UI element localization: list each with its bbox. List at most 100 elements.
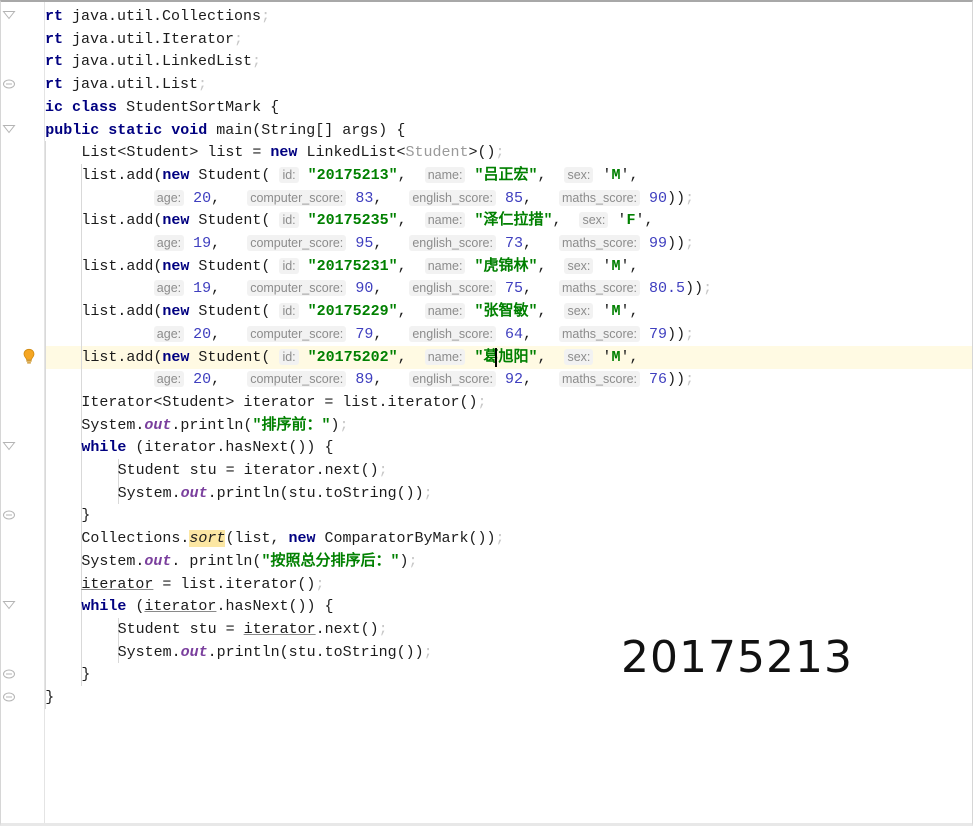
student-ctor-line-1: list.add(new Student( id: "20175202", na… [81,346,638,369]
keyword-token: while [81,598,127,615]
fold-region-end-icon[interactable] [2,690,16,704]
java-code-editor[interactable]: import java.util.Collections; import java… [0,0,973,826]
code-text: list.add( [81,303,163,320]
code-text: )) [667,190,686,207]
number-literal: 95 [355,235,374,252]
parameter-name-hint: computer_score: [247,280,347,296]
string-literal: "泽仁拉措" [474,212,553,229]
number-literal: 76 [649,371,668,388]
parameter-name-hint: english_score: [409,280,496,296]
watermark-student-id: 20175213 [621,632,853,683]
code-text: Student( [189,212,280,229]
code-text: , [397,167,425,184]
code-text: ', [620,349,639,366]
code-text: ', [620,167,639,184]
code-text: , [373,371,410,388]
code-text: } [45,689,55,706]
fold-region-end-icon[interactable] [2,77,16,91]
while-close-brace-after: } [81,663,90,686]
code-text: List<Student> list = [81,144,271,161]
code-text: ', [620,303,639,320]
method-close-brace: } [45,686,54,709]
student-ctor-line-2: age: 19, computer_score: 90, english_sco… [153,277,712,300]
string-literal: "20175231" [307,258,398,275]
fold-expanded-chevron-icon[interactable] [2,123,16,137]
list-declaration: List<Student> list = new LinkedList<Stud… [81,141,504,164]
number-literal: 75 [504,280,523,297]
code-text: , [522,280,559,297]
code-canvas[interactable]: import java.util.Collections; import java… [1,2,972,823]
text-caret [495,348,497,367]
student-ctor-line-1: list.add(new Student( id: "20175231", na… [81,255,638,278]
parameter-name-hint: sex: [564,303,594,319]
semicolon: ; [685,190,695,207]
parameter-name-hint: id: [279,212,299,228]
fold-expanded-chevron-icon[interactable] [2,599,16,613]
code-text: .println( [171,417,253,434]
fold-region-end-icon[interactable] [2,667,16,681]
code-text: System. [81,417,145,434]
student-ctor-line-1: list.add(new Student( id: "20175213", na… [81,164,638,187]
code-text: , [522,190,559,207]
parameter-name-hint: id: [279,349,299,365]
number-literal: 99 [649,235,668,252]
number-literal: 92 [504,371,523,388]
code-text: Student( [189,167,280,184]
student-assignment-after: Student stu = iterator.next(); [118,618,388,641]
parameter-name-hint: age: [153,371,185,387]
student-ctor-line-2: age: 19, computer_score: 95, english_sco… [153,232,694,255]
keyword-token: new [270,144,298,161]
intention-bulb-icon[interactable] [21,348,37,366]
code-text: { [387,122,406,139]
code-text: ( [126,598,145,615]
number-literal: 85 [504,190,523,207]
semicolon: ; [198,76,208,93]
fold-expanded-chevron-icon[interactable] [2,440,16,454]
semicolon: ; [252,53,262,70]
code-text: list.add( [81,212,163,229]
static-field-token: out [144,417,172,434]
editor-gutter[interactable] [1,2,45,823]
code-text: StudentSortMark [126,99,262,116]
number-literal: 80.5 [649,280,686,297]
code-text: java.util.Collections [63,8,262,25]
fold-region-end-icon[interactable] [2,508,16,522]
code-text: list.add( [81,349,163,366]
identifier-under-caret: iterator [81,576,154,593]
code-text: , [211,235,248,252]
parameter-name-hint: maths_score: [559,371,641,387]
while-loop-before: while (iterator.hasNext()) { [81,436,333,459]
string-literal: "按照总分排序后：" [261,553,400,570]
print-before-sort: System.out.println("排序前："); [81,414,348,437]
fold-expanded-chevron-icon[interactable] [2,9,16,23]
code-text: ' [593,349,612,366]
iterator-declaration: Iterator<Student> iterator = list.iterat… [81,391,486,414]
keyword-token: void [171,122,208,139]
code-text: System. [117,644,181,661]
parameter-name-hint: id: [279,303,299,319]
parameter-name-hint: name: [424,303,466,319]
string-literal: "20175235" [307,212,398,229]
code-text: , [397,258,425,275]
code-text: main(String[] args) [216,122,388,139]
code-text: , [537,167,565,184]
keyword-token: new [162,349,190,366]
parameter-name-hint: maths_score: [559,235,641,251]
code-text: , [397,212,425,229]
static-field-token: out [144,553,172,570]
code-text: , [211,190,248,207]
